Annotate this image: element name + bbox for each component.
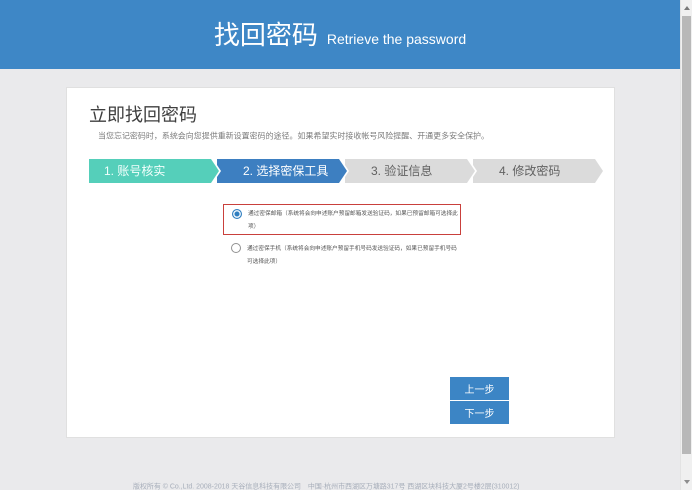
card-description: 当您忘记密码时，系统会向您提供重新设置密码的途径。如果希望实时接收帐号风险提醒、… <box>98 131 490 141</box>
step-3-verify-info: 3. 验证信息 <box>345 159 477 183</box>
step-buttons: 上一步 下一步 <box>450 377 509 424</box>
radio-security-email-selected[interactable] <box>232 209 242 219</box>
scrollbar-thumb[interactable] <box>682 16 691 454</box>
step-2-choose-security-tool: 2. 选择密保工具 <box>217 159 349 183</box>
step-4-change-password: 4. 修改密码 <box>473 159 605 183</box>
scrollbar-down-button[interactable] <box>681 474 692 490</box>
option-security-email-label: 通过密保邮箱（系统将会向申述账户预留邮箱发送验证码，如果已预留邮箱可选择此项） <box>248 210 458 230</box>
card-title: 立即找回密码 <box>89 105 197 125</box>
vertical-scrollbar[interactable] <box>680 0 692 490</box>
radio-security-phone[interactable] <box>231 243 241 253</box>
copyright-footer: 版权所有 © Co.,Ltd. 2008-2018 天谷信息科技有限公司 中国·… <box>133 482 520 490</box>
step-1-account-verify: 1. 账号核实 <box>89 159 221 183</box>
option-security-phone[interactable]: 通过密保手机（系统将会向申述账户预留手机号码发送验证码，如果已预留手机号码可选择… <box>223 240 461 270</box>
retrieve-password-card: 立即找回密码 当您忘记密码时，系统会向您提供重新设置密码的途径。如果希望实时接收… <box>66 87 615 438</box>
next-step-button[interactable]: 下一步 <box>450 401 509 424</box>
previous-step-button[interactable]: 上一步 <box>450 377 509 400</box>
step-progress-bar: 1. 账号核实 2. 选择密保工具 3. 验证信息 4. 修改密码 <box>89 159 605 183</box>
scroll-up-icon <box>683 6 690 10</box>
page-subtitle: Retrieve the password <box>326 31 467 47</box>
page: 找回密码 Retrieve the password 立即找回密码 当您忘记密码… <box>0 0 692 490</box>
page-title: 找回密码 <box>213 20 318 50</box>
scrollbar-up-button[interactable] <box>681 0 692 16</box>
scroll-down-icon <box>683 480 690 484</box>
page-header: 找回密码 Retrieve the password <box>0 0 680 69</box>
option-security-email[interactable]: 通过密保邮箱（系统将会向申述账户预留邮箱发送验证码，如果已预留邮箱可选择此项） <box>223 204 461 235</box>
option-security-phone-label: 通过密保手机（系统将会向申述账户预留手机号码发送验证码，如果已预留手机号码可选择… <box>247 245 457 265</box>
